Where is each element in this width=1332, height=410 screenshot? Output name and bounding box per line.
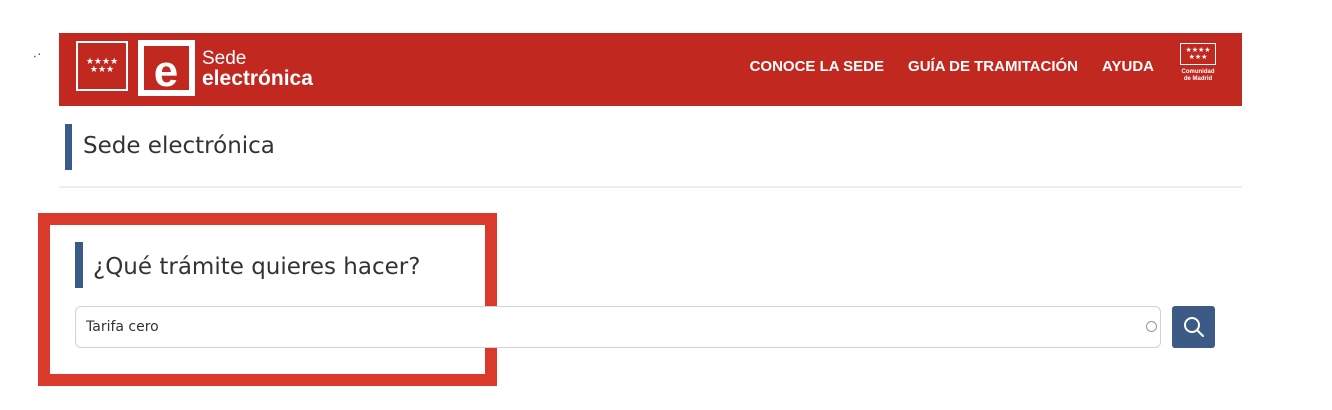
brand-line1: Sede <box>202 48 247 69</box>
brand-name[interactable]: Sede electrónica <box>202 48 313 90</box>
nav-guia-de-tramitacion[interactable]: GUÍA DE TRAMITACIÓN <box>908 58 1078 75</box>
cm-line2: de Madrid <box>1183 76 1213 82</box>
page-title-section: Sede electrónica <box>59 106 1242 188</box>
title-accent-bar <box>65 124 72 170</box>
search-heading-accent-bar <box>75 242 83 288</box>
comunidad-madrid-logo[interactable]: ★★★★ ★★★ Comunidad de Madrid <box>1178 43 1218 89</box>
page-title: Sede electrónica <box>83 133 275 159</box>
nav-conoce-la-sede[interactable]: CONOCE LA SEDE <box>750 58 884 75</box>
cm-line1: Comunidad <box>1181 69 1215 75</box>
search-input[interactable] <box>75 306 1161 348</box>
madrid-flag-logo[interactable]: ★★★★ ★★★ <box>76 41 128 91</box>
sede-e-logo-icon[interactable]: e <box>138 40 195 96</box>
svg-text:e: e <box>154 47 178 96</box>
clear-circle-icon[interactable] <box>1146 321 1157 332</box>
stars-icon: ★★★★ ★★★ <box>85 57 119 75</box>
highlight-annotation-box <box>38 213 497 386</box>
site-header: ★★★★ ★★★ e Sede electrónica CONOCE LA SED… <box>59 33 1242 106</box>
search-icon <box>1183 317 1204 337</box>
brand-line2: electrónica <box>202 67 313 90</box>
cm-stars-icon: ★★★★ ★★★ <box>1180 43 1216 65</box>
main-nav: CONOCE LA SEDE GUÍA DE TRAMITACIÓN AYUDA <box>750 58 1154 75</box>
corner-artifact: ⸼. <box>34 47 43 58</box>
nav-ayuda[interactable]: AYUDA <box>1102 58 1154 75</box>
search-button[interactable] <box>1172 306 1215 348</box>
search-heading: ¿Qué trámite quieres hacer? <box>93 254 421 280</box>
